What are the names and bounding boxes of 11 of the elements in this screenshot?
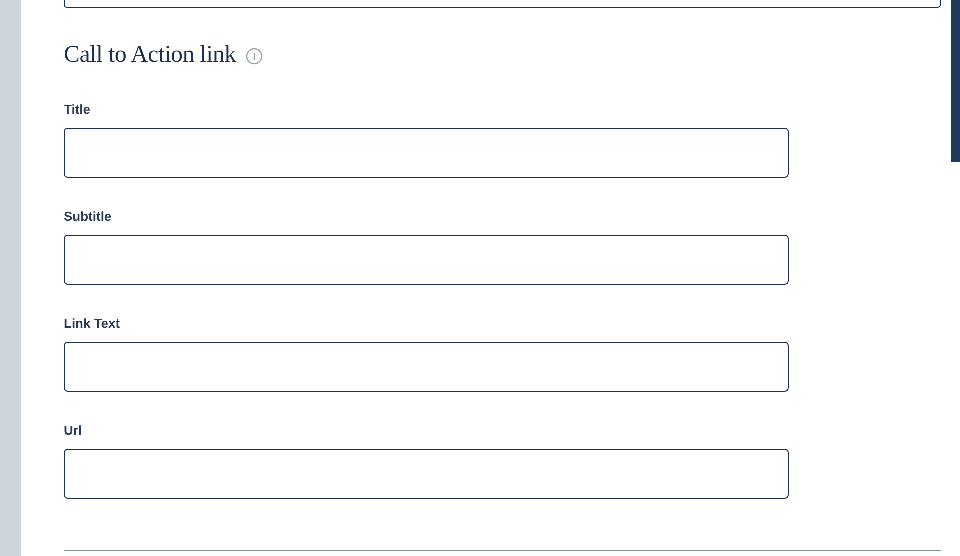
field-label: Url <box>64 422 82 440</box>
input-field[interactable] <box>64 342 789 392</box>
field-label: Title <box>64 101 90 119</box>
section-title: Call to Action link <box>64 41 236 70</box>
field-label: Link Text <box>64 315 120 333</box>
input-field[interactable] <box>64 235 789 285</box>
input-field[interactable] <box>64 128 789 178</box>
input-field[interactable] <box>64 449 789 499</box>
info-icon[interactable] <box>246 48 264 64</box>
field-label: Subtitle <box>64 208 112 226</box>
scrollbar-thumb[interactable] <box>951 0 960 162</box>
